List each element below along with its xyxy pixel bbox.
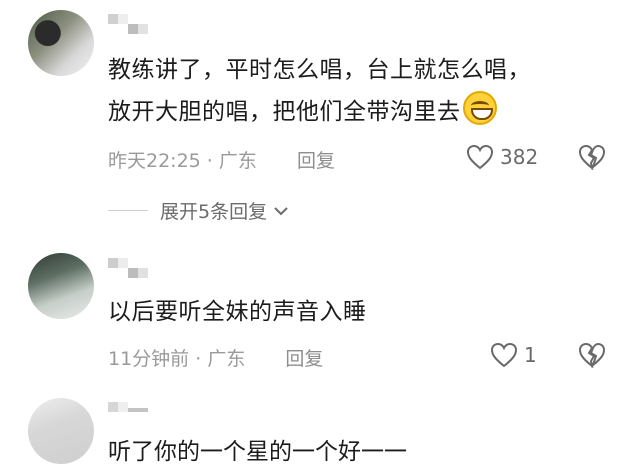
comment-text-line: 以后要听全妹的声音入睡 (108, 299, 367, 325)
grinning-face-emoji-icon (462, 91, 497, 125)
like-button[interactable]: 382 (466, 144, 538, 170)
like-count: 382 (500, 145, 539, 169)
comment-text: 以后要听全妹的声音入睡 (108, 292, 618, 333)
expand-replies-button[interactable]: 展开5条回复 (108, 197, 289, 224)
timestamp: 昨天22:25 (108, 150, 201, 172)
separator: · (189, 348, 208, 370)
location: 广东 (218, 150, 257, 172)
comment-meta: 昨天22:25 · 广东 回复 (108, 146, 335, 173)
comment-text-line: 放开大胆的唱，把他们全带沟里去 (108, 91, 618, 133)
chevron-down-icon (273, 200, 289, 222)
timestamp: 11分钟前 (108, 348, 190, 370)
comment-text: 教练讲了，平时怎么唱，台上就怎么唱， 放开大胆的唱，把他们全带沟里去 (108, 50, 618, 133)
username-mosaic[interactable] (108, 14, 148, 34)
avatar[interactable] (28, 253, 94, 319)
username-mosaic[interactable] (108, 258, 148, 278)
location: 广东 (207, 348, 246, 370)
reply-button[interactable]: 回复 (285, 348, 323, 370)
broken-heart-icon[interactable] (578, 342, 606, 372)
avatar[interactable] (28, 10, 94, 76)
comment-text-partial: 听了你的一个星的一个好一一 (108, 439, 407, 465)
like-count: 1 (524, 343, 537, 367)
heart-icon (466, 144, 494, 170)
like-button[interactable]: 1 (490, 342, 537, 368)
broken-heart-icon[interactable] (578, 144, 606, 174)
comment-meta: 11分钟前 · 广东 回复 (108, 344, 323, 371)
heart-icon (490, 342, 518, 368)
reply-button[interactable]: 回复 (297, 150, 335, 172)
separator: · (200, 150, 219, 172)
avatar[interactable] (28, 398, 94, 464)
expand-replies-label: 展开5条回复 (160, 201, 268, 223)
divider (108, 210, 148, 211)
username-mosaic[interactable] (108, 402, 148, 422)
comment-text-line: 教练讲了，平时怎么唱，台上就怎么唱， (108, 57, 531, 83)
